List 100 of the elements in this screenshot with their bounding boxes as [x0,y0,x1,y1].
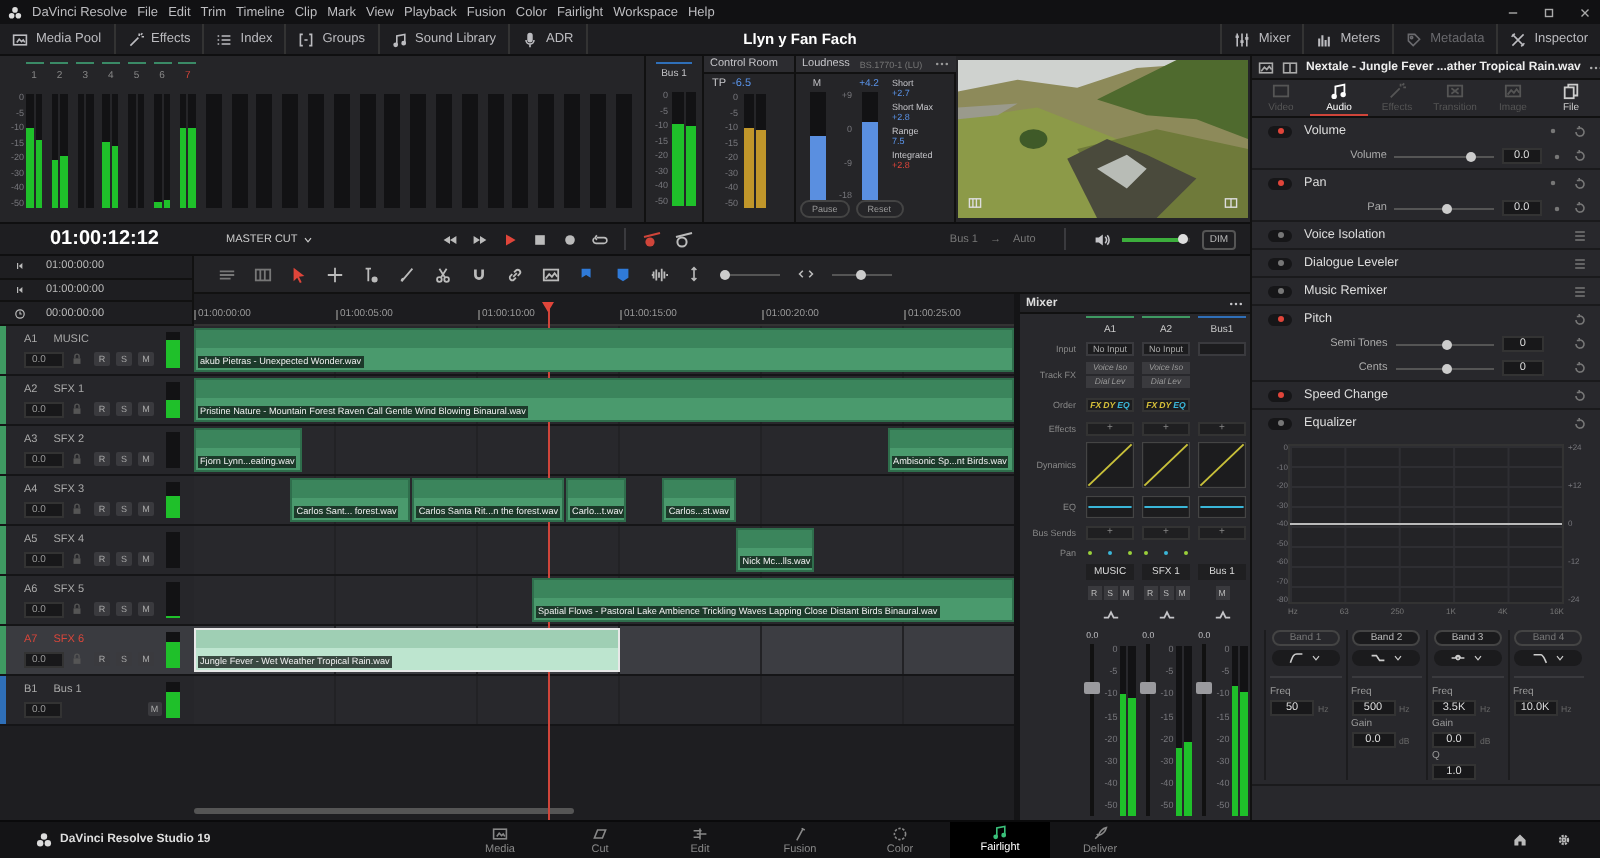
fader-handle[interactable] [1196,681,1213,693]
magnet-icon[interactable] [470,265,488,283]
maximize-icon[interactable] [1542,5,1556,19]
toggle-switch[interactable] [1268,257,1292,269]
reset-icon[interactable] [1571,148,1588,164]
record-arm-icon[interactable] [641,229,662,249]
list-icon[interactable] [1572,283,1588,299]
microphone-icon [522,31,539,47]
list-icon [216,31,233,47]
caret-icon [1472,652,1485,664]
trim-icon[interactable] [362,265,380,283]
eq-graph[interactable] [1198,496,1246,518]
list-icon[interactable] [1572,255,1588,271]
reset-icon[interactable] [1572,360,1588,376]
marker-icon[interactable] [614,265,632,283]
vertical-zoom-icon[interactable] [686,266,702,282]
curve-icon[interactable] [1157,606,1175,624]
dynamics-graph[interactable] [1142,442,1190,488]
fast-forward-icon[interactable] [471,231,488,247]
tag-icon [1406,31,1423,47]
toggle-switch[interactable] [1268,389,1292,401]
curve-icon[interactable] [1213,606,1231,624]
eq-graph[interactable] [1142,496,1190,518]
reset-icon[interactable] [1572,123,1588,139]
reset-icon[interactable] [1572,387,1588,403]
dynamics-graph[interactable] [1198,442,1246,488]
caret-icon [1553,652,1566,664]
wand-icon [1388,82,1406,100]
horizontal-zoom-icon[interactable] [798,266,814,282]
toggle-switch[interactable] [1268,313,1292,325]
brush-icon [792,825,808,841]
reset-icon[interactable] [1572,336,1588,352]
filter-dropdown[interactable] [1271,650,1340,666]
pen-icon[interactable] [398,265,416,283]
slider-thumb[interactable] [719,269,729,279]
slider-thumb[interactable] [1442,339,1453,349]
wand-icon [127,31,144,47]
link-icon[interactable] [506,265,524,283]
grid-icon[interactable] [254,265,272,283]
eq-graph[interactable] [1086,496,1134,518]
flag-icon[interactable] [578,265,596,283]
reset-icon[interactable] [1571,200,1588,216]
image-icon[interactable] [1258,59,1274,75]
toggle-switch[interactable] [1268,125,1292,137]
lanes-icon[interactable] [218,265,236,283]
dynamics-graph[interactable] [1086,442,1134,488]
filter-dropdown[interactable] [1352,650,1421,666]
loop-icon[interactable] [591,231,608,247]
keyframe-icon[interactable] [1549,201,1564,215]
close-icon[interactable] [1578,5,1592,19]
scrollbar[interactable] [194,808,574,814]
fader-handle[interactable] [1084,681,1101,693]
reset-icon[interactable] [1572,175,1588,191]
waveform-icon[interactable] [650,265,668,283]
reset-icon[interactable] [1572,415,1588,431]
pointer-icon[interactable] [290,265,308,283]
toggle-switch[interactable] [1268,229,1292,241]
skip-icon[interactable] [14,284,26,296]
reset-icon[interactable] [1572,311,1588,327]
slider-thumb[interactable] [1177,234,1188,244]
slider-thumb[interactable] [1466,151,1477,161]
toggle-switch[interactable] [1268,177,1292,189]
settings-icon[interactable] [1556,832,1572,848]
timecode: 01:00:12:12 [50,228,161,250]
curve-icon[interactable] [1101,606,1119,624]
keyframe-icon[interactable] [1546,124,1560,138]
timeline-icon [692,825,708,841]
image-icon[interactable] [542,265,560,283]
speaker-icon[interactable] [1093,231,1110,247]
pan-control[interactable] [1142,547,1190,557]
split-icon[interactable] [1282,59,1298,75]
curve-icon [1288,650,1305,666]
caret-icon [301,233,314,245]
slider-thumb[interactable] [1442,363,1453,373]
scissors-icon[interactable] [434,265,452,283]
toggle-switch[interactable] [1268,285,1292,297]
stop-icon[interactable] [531,231,548,247]
pan-control[interactable] [1086,547,1134,557]
slider-thumb[interactable] [855,269,865,279]
fader-handle[interactable] [1140,681,1157,693]
rewind-icon[interactable] [441,231,458,247]
clock-icon[interactable] [14,307,26,320]
list-icon[interactable] [1572,227,1588,243]
filter-dropdown[interactable] [1433,650,1502,666]
rocket-icon [1092,825,1108,841]
color-wheel-icon [892,825,908,841]
slider-thumb[interactable] [1442,203,1453,213]
keyframe-icon[interactable] [1546,176,1560,190]
record-icon[interactable] [561,231,578,247]
play-icon[interactable] [501,231,518,247]
keyframe-icon[interactable] [1549,149,1564,163]
toggle-switch[interactable] [1268,417,1292,429]
curve-icon [1450,650,1467,666]
input-selector[interactable] [1198,341,1246,355]
transition-icon [1446,82,1464,100]
crosshair-icon[interactable] [326,265,344,283]
home-icon[interactable] [1512,832,1528,848]
skip-icon[interactable] [14,260,26,273]
filter-dropdown[interactable] [1514,650,1583,666]
input-monitor-icon[interactable] [673,229,694,249]
